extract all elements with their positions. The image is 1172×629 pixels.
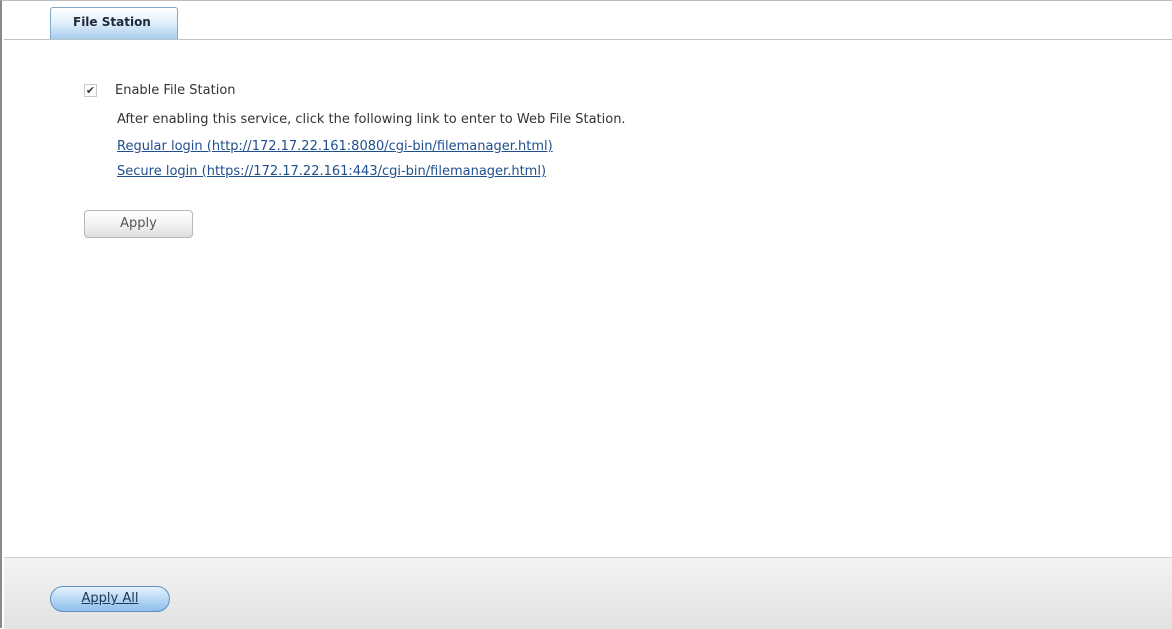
regular-login-link[interactable]: Regular login (http://172.17.22.161:8080… [117, 139, 553, 154]
tab-file-station[interactable]: File Station [50, 7, 178, 39]
enable-file-station-row: ✔ Enable File Station [84, 81, 236, 99]
apply-button[interactable]: Apply [84, 210, 193, 238]
apply-all-button[interactable]: Apply All [50, 586, 170, 612]
secure-login-link[interactable]: Secure login (https://172.17.22.161:443/… [117, 164, 546, 179]
enable-file-station-label: Enable File Station [115, 82, 236, 98]
checkmark-icon: ✔ [85, 83, 96, 97]
enable-file-station-checkbox[interactable]: ✔ [84, 83, 97, 97]
service-description: After enabling this service, click the f… [117, 112, 626, 127]
settings-window: File Station ✔ Enable File Station After… [0, 0, 1172, 629]
footer-bar: Apply All [4, 557, 1172, 629]
tab-bar: File Station [4, 1, 1172, 40]
file-station-panel: ✔ Enable File Station After enabling thi… [4, 40, 1172, 557]
